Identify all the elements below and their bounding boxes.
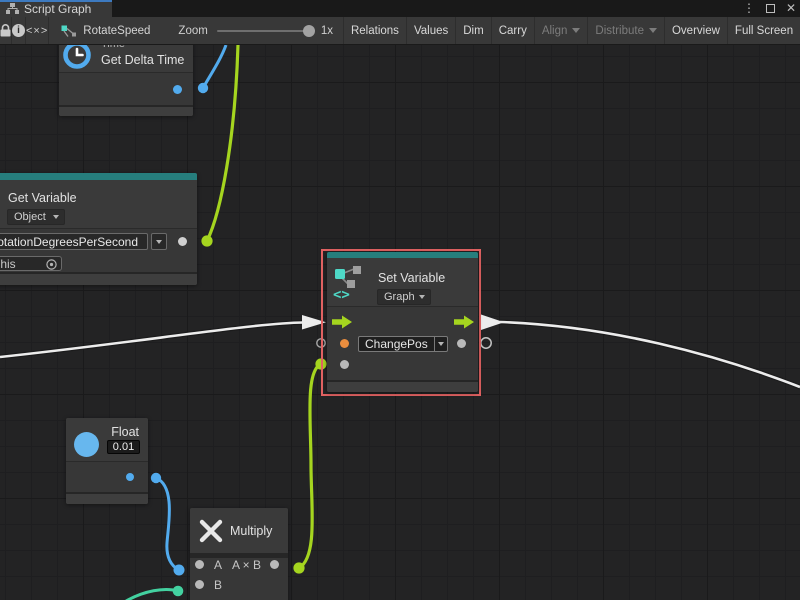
hollow-port-left[interactable]: [317, 339, 325, 347]
input-port-variable-name[interactable]: [340, 339, 349, 348]
node-title: Multiply: [230, 524, 272, 538]
flow-edge-left: [0, 323, 303, 358]
input-port-a[interactable]: [195, 560, 204, 569]
output-port-variable-value[interactable]: [178, 237, 187, 246]
graph-toolbar: i <×> RotateSpeed Zoom 1x Relations Valu…: [0, 17, 800, 45]
float-circle-icon: [74, 432, 99, 457]
hollow-port-right[interactable]: [481, 338, 491, 348]
node-title: Set Variable: [378, 271, 445, 285]
relations-button[interactable]: Relations: [343, 17, 406, 44]
zoom-value: 1x: [321, 25, 333, 37]
input-port-value[interactable]: [340, 360, 349, 369]
dim-button[interactable]: Dim: [455, 17, 490, 44]
script-graph-window: Script Graph ⋮ ✕ i <×> RotateSpeed Z: [0, 0, 800, 600]
node-title: Get Variable: [8, 191, 77, 205]
port-label-b: B: [214, 578, 222, 592]
output-port-result[interactable]: [270, 560, 279, 569]
float-value-input[interactable]: 0.01: [107, 440, 140, 454]
tab-script-graph[interactable]: Script Graph: [0, 0, 112, 17]
zoom-slider-thumb[interactable]: [303, 25, 315, 37]
flow-arrowhead-left: [302, 315, 326, 330]
multiply-x-icon: [197, 517, 225, 545]
chevron-down-icon: [53, 215, 59, 219]
edge-endpoint: [201, 235, 212, 246]
fullscreen-button[interactable]: Full Screen: [727, 17, 800, 44]
variable-header-accent: [0, 173, 197, 180]
align-dropdown[interactable]: Align: [534, 17, 588, 44]
variable-name-field[interactable]: RotationDegreesPerSecond: [0, 233, 148, 250]
carry-button[interactable]: Carry: [491, 17, 534, 44]
flow-input-port[interactable]: [332, 315, 353, 329]
node-float[interactable]: Float 0.01: [66, 418, 148, 504]
chevron-down-icon: [419, 295, 425, 299]
edge-endpoint: [198, 83, 208, 93]
edge-endpoint: [293, 562, 304, 573]
output-port-value[interactable]: [457, 339, 466, 348]
set-variable-icon: <>: [332, 265, 368, 306]
graph-name-label: RotateSpeed: [83, 25, 150, 37]
value-edge-getvariable: [207, 45, 238, 241]
overview-button[interactable]: Overview: [664, 17, 727, 44]
chevron-down-icon: [434, 337, 447, 351]
flow-edge-right-shadow: [500, 322, 800, 387]
edge-endpoint: [174, 565, 185, 576]
output-port-delta-time[interactable]: [173, 85, 182, 94]
menu-icon[interactable]: ⋮: [743, 0, 755, 17]
edge-endpoint: [173, 586, 184, 597]
node-title: Get Delta Time: [101, 53, 184, 67]
flow-output-port[interactable]: [454, 315, 475, 329]
info-button[interactable]: i: [12, 17, 26, 44]
port-label-a: A: [214, 558, 222, 572]
flow-edge-left-shadow: [0, 323, 303, 358]
chevron-down-icon: [649, 28, 657, 33]
graph-canvas[interactable]: Time Get Delta Time Get Variable Object …: [0, 45, 800, 600]
variable-name-combo[interactable]: ChangePos: [358, 336, 448, 352]
info-icon: i: [12, 24, 25, 37]
variable-name-dropdown[interactable]: [151, 233, 167, 250]
node-get-delta-time[interactable]: Time Get Delta Time: [59, 45, 193, 116]
tab-bar: Script Graph ⋮ ✕: [0, 0, 800, 17]
close-icon[interactable]: ✕: [786, 0, 796, 17]
node-set-variable[interactable]: <> Set Variable Graph ChangePos: [327, 252, 478, 392]
window-controls: ⋮ ✕: [743, 0, 796, 17]
flow-arrowhead-right: [481, 315, 504, 331]
lock-icon: [0, 24, 11, 37]
node-title: Float: [108, 425, 139, 439]
chevron-down-icon: [156, 240, 162, 244]
values-button[interactable]: Values: [406, 17, 455, 44]
zoom-label: Zoom: [178, 25, 207, 37]
object-picker-icon[interactable]: [45, 258, 58, 271]
active-tab-accent: [0, 0, 112, 2]
variable-scope-dropdown[interactable]: Object: [7, 209, 65, 225]
value-edge-to-b: [126, 589, 178, 600]
flow-edge-right: [500, 322, 800, 387]
edge-endpoint: [151, 473, 161, 483]
output-port-float[interactable]: [126, 473, 134, 481]
value-edge-multiply-to-setvar: [299, 364, 321, 568]
zoom-slider[interactable]: [217, 30, 309, 32]
svg-text:<>: <>: [333, 287, 350, 301]
port-label-result: A × B: [232, 558, 261, 572]
graph-breadcrumb[interactable]: RotateSpeed: [61, 17, 150, 44]
node-category: Time: [101, 45, 125, 50]
tab-title: Script Graph: [24, 1, 91, 16]
zoom-control: Zoom 1x: [178, 17, 333, 44]
edge-endpoint: [315, 358, 326, 369]
value-edge-float-to-a: [156, 478, 179, 570]
chevron-down-icon: [572, 28, 580, 33]
value-edge-deltatime: [203, 45, 226, 88]
graph-tab-icon: [6, 3, 19, 15]
rotate-speed-graph-icon: [61, 24, 77, 38]
node-get-variable[interactable]: Get Variable Object RotationDegreesPerSe…: [0, 173, 197, 285]
node-multiply[interactable]: Multiply A A × B B: [190, 508, 288, 600]
lock-button[interactable]: [0, 17, 12, 44]
distribute-dropdown[interactable]: Distribute: [587, 17, 664, 44]
target-object-field[interactable]: This: [0, 256, 62, 271]
variable-scope-dropdown[interactable]: Graph: [377, 289, 431, 305]
code-view-button[interactable]: <×>: [26, 17, 49, 44]
toolbar-buttons: Relations Values Dim Carry Align Distrib…: [343, 17, 800, 44]
maximize-icon[interactable]: [766, 4, 775, 13]
input-port-b[interactable]: [195, 580, 204, 589]
code-view-icon: <×>: [26, 25, 48, 37]
